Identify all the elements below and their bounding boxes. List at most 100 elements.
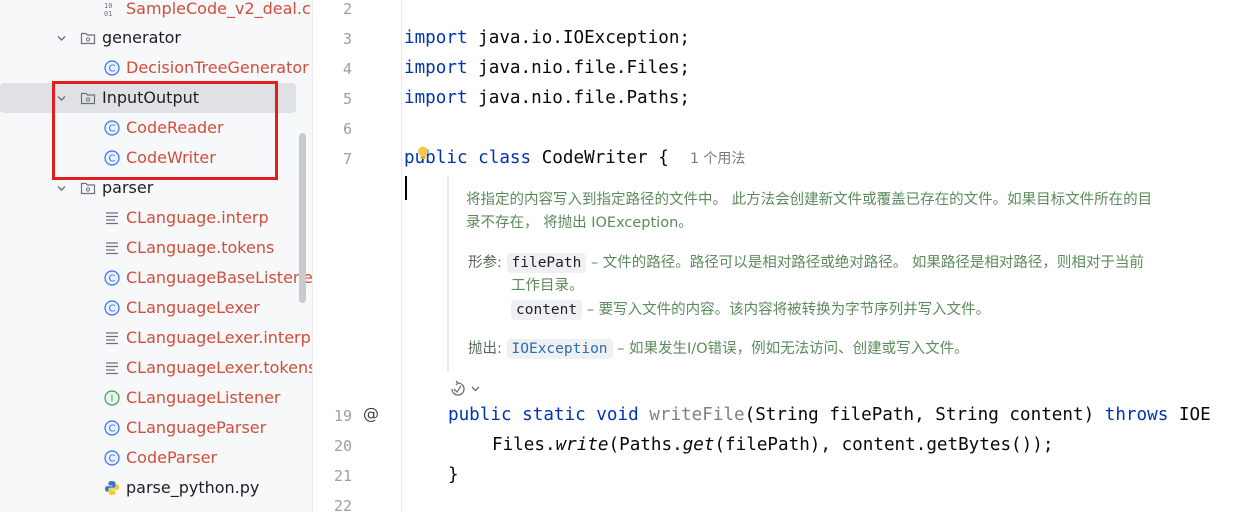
params-label: 形参: [468, 255, 502, 271]
tree-item-label: generator [102, 28, 182, 47]
text-file-icon [104, 330, 120, 346]
code-text: (Paths. [608, 435, 683, 455]
svg-text:I: I [111, 394, 114, 405]
tree-item-parse-python[interactable]: parse_python.py [0, 473, 312, 503]
tree-item-label: CLanguageListener [126, 388, 281, 407]
code-line-closing-brace[interactable]: } [448, 464, 459, 486]
class-icon: C [104, 270, 120, 286]
chevron-down-icon[interactable] [57, 184, 66, 193]
line-number: 19 [333, 407, 352, 425]
code-text: (String filePath, String content) [744, 405, 1105, 425]
code-text: java.nio.file.Paths; [467, 88, 691, 108]
code-line-import-paths[interactable]: import java.nio.file.Paths; [404, 87, 690, 109]
tree-item-label: parser [102, 178, 154, 197]
class-icon: C [104, 420, 120, 436]
line-number: 7 [342, 150, 352, 168]
project-tree: 10 01 SampleCode_v2_deal.cla generator C … [0, 0, 312, 512]
tree-item-clanguagelexer[interactable]: C CLanguageLexer [0, 293, 312, 323]
override-marker-icon[interactable]: @ [360, 403, 382, 425]
tree-item-clanguagelexer-interp[interactable]: CLanguageLexer.interp [0, 323, 312, 353]
class-icon: C [104, 300, 120, 316]
tree-item-label: CLanguageLexer.interp [126, 328, 311, 347]
code-text: IOE [1168, 405, 1211, 425]
folder-icon [80, 30, 96, 46]
toggle-rendered-doc-icon[interactable] [449, 380, 485, 398]
doc-param-row: 形参: filePath – 文件的路径。路径可以是相对路径或绝对路径。 如果路… [468, 252, 1144, 274]
tree-item-label: CLanguageLexer.tokens [126, 358, 312, 377]
svg-text:@: @ [363, 404, 379, 423]
tree-item-label: CLanguage.tokens [126, 238, 275, 257]
tree-scrollbar[interactable] [299, 133, 306, 303]
tree-item-label: CLanguageBaseListener [126, 268, 312, 287]
class-icon: C [104, 450, 120, 466]
line-number: 4 [342, 60, 352, 78]
gutter-divider [401, 0, 402, 512]
code-editor[interactable]: 2 3 4 5 6 7 19 20 21 22 import java.io.I… [313, 0, 1242, 512]
tree-item-label: CodeParser [126, 448, 218, 467]
keyword: import [404, 28, 468, 48]
line-number: 22 [333, 497, 352, 512]
param-description: – 文件的路径。路径可以是相对路径或绝对路径。 如果路径是相对路径，则相对于当前 [586, 255, 1144, 271]
exception-link[interactable]: IOException [506, 339, 613, 359]
doc-description-line: 录不存在， 将抛出 IOException。 [466, 215, 693, 231]
rendered-javadoc[interactable]: 将指定的内容写入到指定路径的文件中。 此方法会创建新文件或覆盖已存在的文件。如果… [447, 176, 1242, 371]
doc-description-line: 将指定的内容写入到指定路径的文件中。 此方法会创建新文件或覆盖已存在的文件。如果… [466, 192, 1153, 208]
param-description: – 要写入文件的内容。该内容将被转换为字节序列并写入文件。 [582, 302, 991, 318]
doc-param-continuation: 工作目录。 [511, 278, 584, 294]
tree-item-clanguagelistener[interactable]: I CLanguageListener [0, 383, 312, 413]
svg-text:01: 01 [104, 10, 112, 17]
tree-item-codeparser[interactable]: C CodeParser [0, 443, 312, 473]
code-line-method-declaration[interactable]: public static void writeFile(String file… [448, 404, 1211, 426]
throws-description: – 如果发生I/O错误，例如无法访问、创建或写入文件。 [612, 341, 969, 357]
text-file-icon [104, 360, 120, 376]
doc-param-row: content – 要写入文件的内容。该内容将被转换为字节序列并写入文件。 [511, 299, 990, 321]
tree-item-label: parse_python.py [126, 478, 260, 497]
svg-text:C: C [109, 274, 116, 285]
tree-item-label: CLanguage.interp [126, 208, 269, 227]
code-line-class-declaration[interactable]: public class CodeWriter { 1 个用法 [404, 147, 745, 170]
tree-item-samplecode[interactable]: 10 01 SampleCode_v2_deal.cla [0, 0, 312, 24]
interface-icon: I [104, 390, 120, 406]
tree-item-label: CLanguageLexer [126, 298, 260, 317]
binary-file-icon: 10 01 [104, 1, 120, 18]
svg-text:C: C [109, 454, 116, 465]
line-number: 3 [342, 30, 352, 48]
class-icon: C [104, 60, 120, 76]
method-name: writeFile [638, 405, 745, 425]
keyword: throws [1104, 405, 1169, 425]
folder-icon [80, 180, 96, 196]
chevron-down-icon[interactable] [57, 34, 66, 43]
code-text: Files. [492, 435, 556, 455]
static-call: get [682, 435, 715, 455]
tree-item-clanguage-tokens[interactable]: CLanguage.tokens [0, 233, 312, 263]
code-text: (filePath), content.getBytes()); [714, 435, 1054, 455]
text-caret [405, 176, 407, 200]
usage-hint[interactable]: 1 个用法 [690, 151, 745, 167]
throws-label: 抛出: [468, 341, 502, 357]
param-name-tag: content [511, 300, 583, 320]
lightbulb-icon[interactable] [415, 145, 431, 161]
tree-item-decisiontreegenerator[interactable]: C DecisionTreeGenerator [0, 53, 312, 83]
svg-text:C: C [109, 304, 116, 315]
static-call: write [555, 435, 609, 455]
tree-item-clanguagelexer-tokens[interactable]: CLanguageLexer.tokens [0, 353, 312, 383]
tree-item-generator[interactable]: generator [0, 23, 312, 53]
line-number: 20 [333, 437, 352, 455]
code-line-import-ioexception[interactable]: import java.io.IOException; [404, 27, 690, 49]
code-text: java.io.IOException; [467, 28, 691, 48]
svg-text:C: C [109, 424, 116, 435]
text-file-icon [104, 240, 120, 256]
python-file-icon [104, 480, 120, 496]
svg-text:10: 10 [104, 2, 112, 10]
tree-item-clanguagebaselistener[interactable]: C CLanguageBaseListener [0, 263, 312, 293]
keyword: import [404, 88, 468, 108]
code-text: java.nio.file.Files; [467, 58, 691, 78]
tree-item-clanguageparser[interactable]: C CLanguageParser [0, 413, 312, 443]
tree-item-label: DecisionTreeGenerator [126, 58, 309, 77]
class-name: CodeWriter { [531, 148, 669, 168]
code-line-method-body[interactable]: Files.write(Paths.get(filePath), content… [492, 434, 1053, 456]
code-line-import-files[interactable]: import java.nio.file.Files; [404, 57, 690, 79]
svg-text:C: C [109, 64, 116, 75]
tree-item-label: SampleCode_v2_deal.cla [126, 0, 312, 18]
tree-item-clanguage-interp[interactable]: CLanguage.interp [0, 203, 312, 233]
